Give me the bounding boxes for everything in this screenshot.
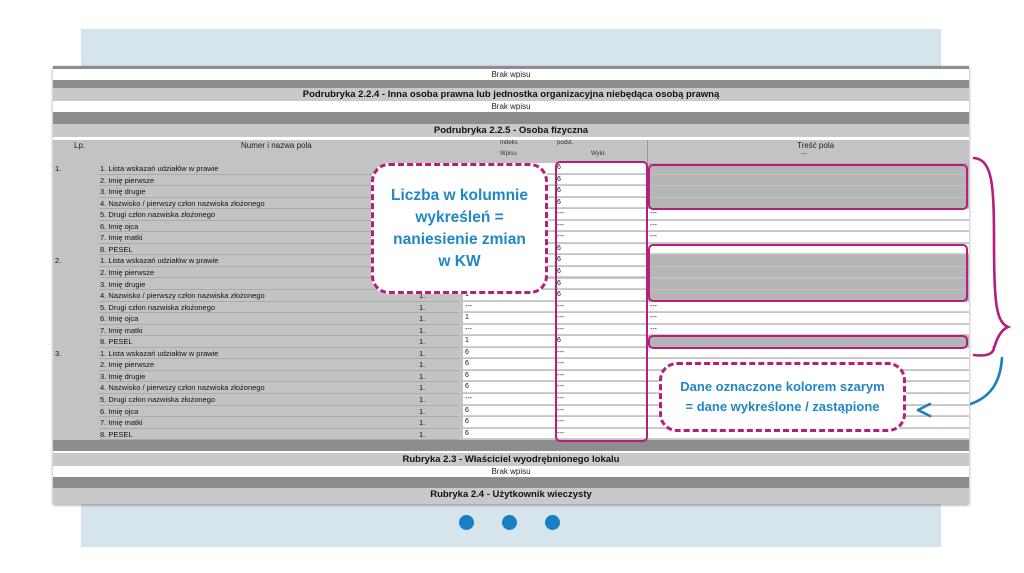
cell-wpisu: 6 [463,359,555,370]
grey-data-highlight-1 [648,164,968,210]
col-header-name: Numer i nazwa pola [241,141,312,150]
callout-grey-data-text: Dane oznaczone kolorem szarym = dane wyk… [680,379,885,414]
dot-icon[interactable] [459,515,474,530]
row-lp: 3. [55,348,62,358]
divider [53,80,969,88]
cell-tresc: --- [648,301,969,313]
cell-wpisu: 6 [463,347,555,359]
brak-wpisu-2-2-4: Brak wpisu [53,101,969,112]
cell-tresc: --- [648,232,969,243]
row-lp: 2. [55,256,62,266]
col-header-wykr: Wykr. [591,151,606,157]
table-row: 3. 1. Lista wskazań udziałów w prawie 1. 6-… [53,347,969,360]
divider [53,440,969,451]
col-header-indeks: Indeks [500,140,518,146]
cell-tresc: --- [648,324,969,336]
cell-tresc [648,347,969,359]
cell-wpisu: 6 [463,428,555,440]
grey-data-highlight-3 [648,335,968,349]
wykreslenia-column-highlight [555,161,648,442]
table-row: 5. Drugi człon nazwiska złożonego 1. --- --… [53,301,969,314]
cell-wpisu: 6 [463,417,555,428]
divider [53,112,969,124]
section-title-2-3: Rubryka 2.3 - Właściciel wyodrębnionego … [53,453,969,466]
row-lp: 1. [55,164,62,173]
brak-wpisu-2-3: Brak wpisu [53,466,969,477]
divider [53,477,969,488]
callout-wykreslenia-text: Liczba w kolumnie wykreśleń = naniesieni… [391,186,528,270]
section-title-2-2-4: Podrubryka 2.2.4 - Inna osoba prawna lub… [53,88,969,101]
arrow-head-icon [916,402,932,418]
col-header-wpisu: Wpisu [500,151,517,157]
brak-wpisu-top: Brak wpisu [53,69,969,80]
curly-brace-icon [972,156,1012,350]
cell-wpisu: 6 [463,370,555,382]
header-divider [647,140,648,164]
table-row: 6. Imię ojca 1. 1 --- --- [53,313,969,325]
cell-wpisu: --- [463,301,555,313]
cell-wpisu: --- [463,324,555,336]
cell-wpisu: --- [463,394,555,405]
cell-tresc: --- [648,209,969,220]
cell-wpisu: 6 [463,405,555,417]
cell-tresc: --- [648,313,969,324]
cell-wpisu: 1 [463,313,555,324]
col-header-tresc-sub: --- [801,151,807,157]
section-title-2-4: Rubryka 2.4 - Użytkownik wieczysty [53,488,969,504]
section-title-2-2-5: Podrubryka 2.2.5 - Osoba fizyczna [53,124,969,137]
dot-icon[interactable] [502,515,517,530]
col-header-lp: Lp. [74,141,86,150]
arrow-icon [970,356,1004,406]
cell-wpisu: 1 [463,336,555,347]
cell-tresc: --- [648,220,969,232]
col-header-tresc: Treść pola [797,141,835,150]
grey-data-highlight-2 [648,244,968,302]
curly-brace-arrow [970,156,1012,406]
callout-wykreslenia: Liczba w kolumnie wykreśleń = naniesieni… [371,163,548,294]
col-header-podst: podst. [557,140,574,146]
dot-icon[interactable] [545,515,560,530]
cell-wpisu: 6 [463,382,555,393]
callout-grey-data: Dane oznaczone kolorem szarym = dane wyk… [659,362,906,432]
